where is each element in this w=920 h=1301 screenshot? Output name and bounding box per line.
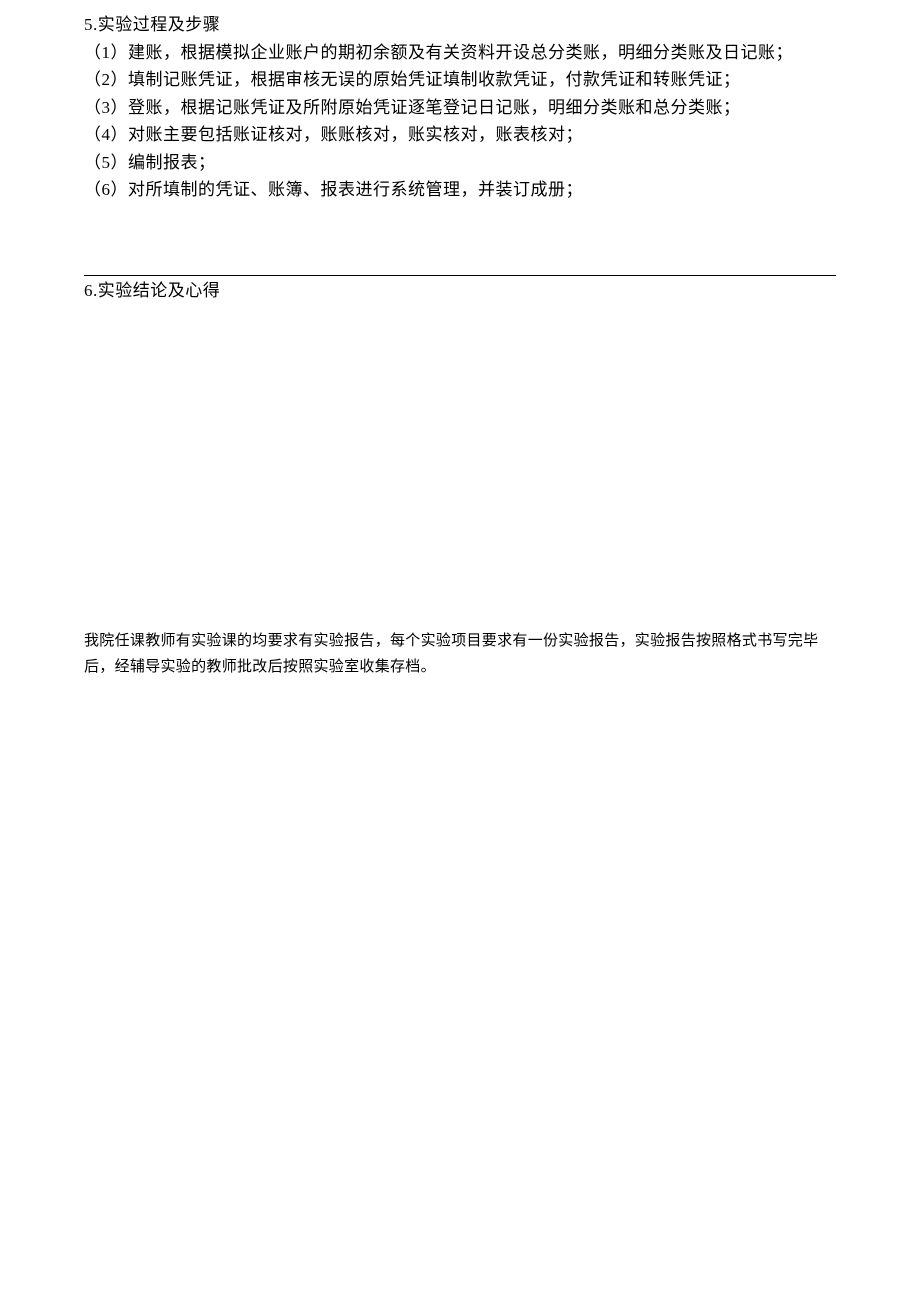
section6-header: 6.实验结论及心得 <box>84 278 836 304</box>
footer-note: 我院任课教师有实验课的均要求有实验报告，每个实验项目要求有一份实验报告，实验报告… <box>84 629 836 680</box>
step-3: （3）登账，根据记账凭证及所附原始凭证逐笔登记日记账，明细分类账和总分类账； <box>84 95 836 121</box>
step-2: （2）填制记账凭证，根据审核无误的原始凭证填制收款凭证，付款凭证和转账凭证； <box>84 67 836 93</box>
step-5: （5）编制报表； <box>84 150 836 176</box>
step-4: （4）对账主要包括账证核对，账账核对，账实核对，账表核对； <box>84 122 836 148</box>
step-6: （6）对所填制的凭证、账簿、报表进行系统管理，并装订成册； <box>84 177 836 203</box>
section5-header: 5.实验过程及步骤 <box>84 12 836 38</box>
step-1: （1）建账，根据模拟企业账户的期初余额及有关资料开设总分类账，明细分类账及日记账… <box>84 40 836 66</box>
section-divider <box>84 275 836 276</box>
